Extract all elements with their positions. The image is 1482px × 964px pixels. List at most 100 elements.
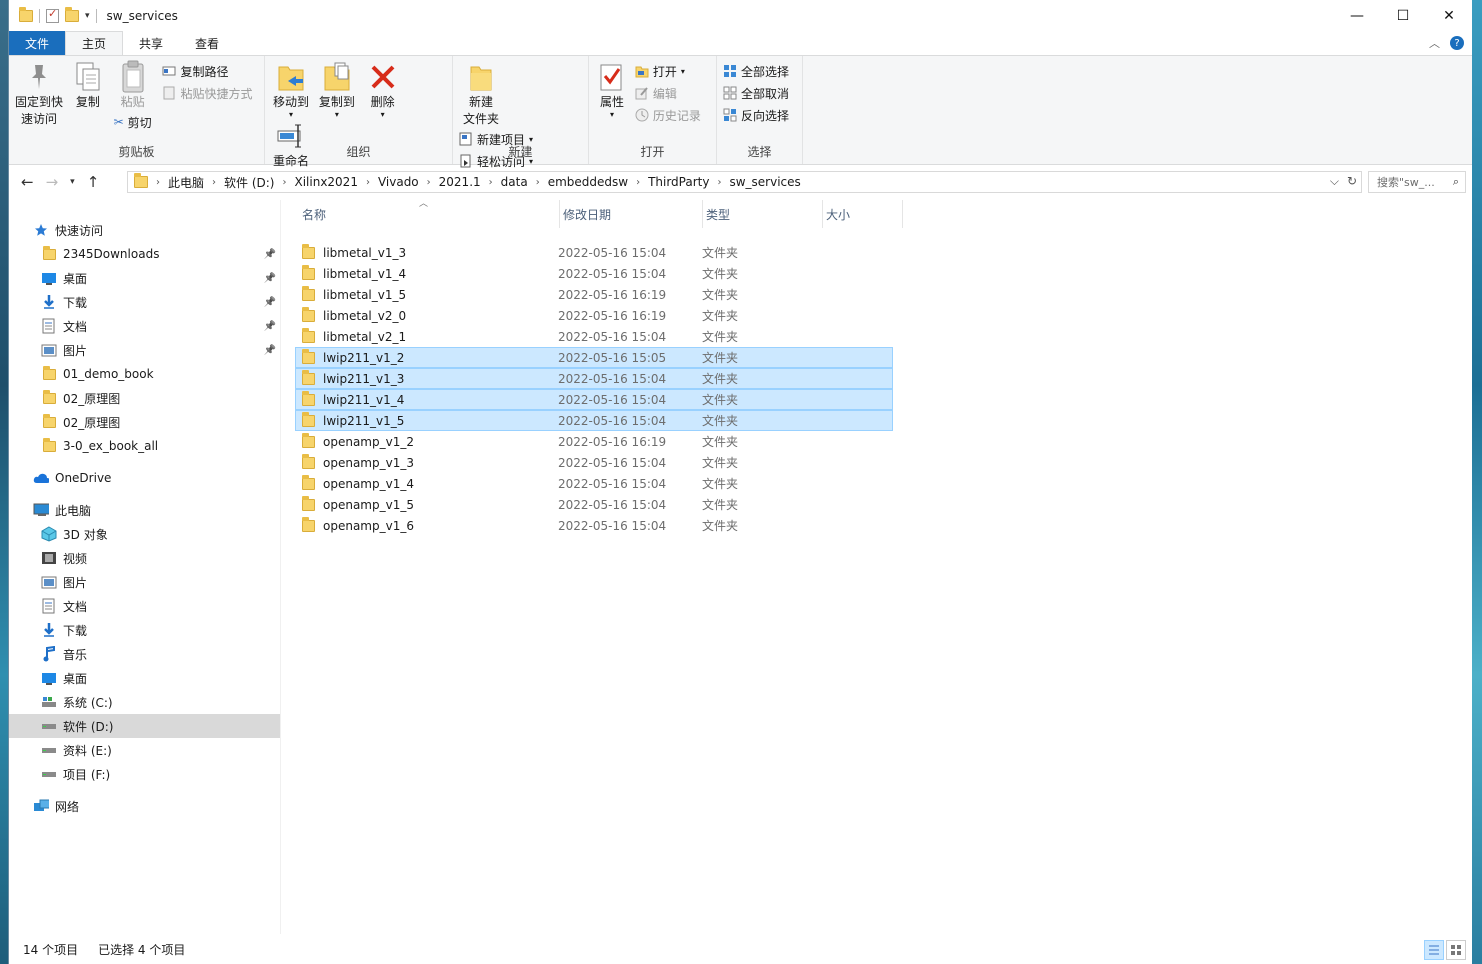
- tab-view[interactable]: 查看: [179, 31, 235, 55]
- address-dropdown-icon[interactable]: ⌵: [1330, 174, 1339, 189]
- column-header-date[interactable]: 修改日期: [560, 200, 703, 228]
- file-row[interactable]: libmetal_v1_3 2022-05-16 15:04 文件夹: [295, 242, 893, 263]
- paste-shortcut-button[interactable]: 粘贴快捷方式: [162, 84, 253, 102]
- edit-button[interactable]: 编辑: [635, 84, 701, 102]
- sidebar-item-item[interactable]: 视频: [9, 546, 280, 570]
- breadcrumb-xilinx2021[interactable]: Xilinx2021: [286, 175, 365, 189]
- breadcrumb-vivado[interactable]: Vivado: [370, 175, 427, 189]
- copy-button[interactable]: 复制: [69, 60, 107, 111]
- breadcrumb-2021-1[interactable]: 2021.1: [431, 175, 489, 189]
- quick-access-toolbar: ▾: [9, 6, 97, 23]
- address-bar[interactable]: › 此电脑 › 软件 (D:) › Xilinx2021 › Vivado › …: [127, 171, 1362, 193]
- sidebar-item-item[interactable]: 文档 📌: [9, 314, 280, 338]
- properties-button[interactable]: 属性 ▾: [595, 60, 629, 119]
- file-row[interactable]: lwip211_v1_5 2022-05-16 15:04 文件夹: [295, 410, 893, 431]
- sidebar-item-e[interactable]: 资料 (E:): [9, 738, 280, 762]
- invert-selection-button[interactable]: 反向选择: [723, 106, 789, 124]
- select-none-button[interactable]: 全部取消: [723, 84, 789, 102]
- sidebar-item-d[interactable]: 软件 (D:): [9, 714, 280, 738]
- copy-path-button[interactable]: 复制路径: [162, 62, 252, 80]
- sidebar-item-01-demo-book[interactable]: 01_demo_book: [9, 362, 280, 386]
- document-icon: [41, 318, 57, 334]
- maximize-button[interactable]: ☐: [1380, 0, 1426, 31]
- file-row[interactable]: libmetal_v2_0 2022-05-16 16:19 文件夹: [295, 305, 893, 326]
- breadcrumb-sw-services[interactable]: sw_services: [721, 175, 808, 189]
- sidebar-item-2345downloads[interactable]: 2345Downloads 📌: [9, 242, 280, 266]
- column-header-type[interactable]: 类型: [703, 200, 823, 228]
- sidebar-item-item[interactable]: 桌面 📌: [9, 266, 280, 290]
- file-type: 文件夹: [702, 393, 739, 407]
- file-row[interactable]: lwip211_v1_2 2022-05-16 15:05 文件夹: [295, 347, 893, 368]
- delete-button[interactable]: 删除 ▾: [363, 60, 403, 119]
- properties-icon[interactable]: [46, 7, 59, 23]
- file-row[interactable]: openamp_v1_6 2022-05-16 15:04 文件夹: [295, 515, 893, 536]
- pin-to-quick-access-button[interactable]: 固定到快 速访问: [15, 60, 63, 128]
- history-icon: [635, 108, 649, 122]
- breadcrumb-thirdparty[interactable]: ThirdParty: [640, 175, 717, 189]
- sidebar-item-item[interactable]: 音乐: [9, 642, 280, 666]
- sidebar-item-item[interactable]: 下载: [9, 618, 280, 642]
- history-button[interactable]: 历史记录: [635, 106, 701, 124]
- sidebar-item-quick-access[interactable]: 快速访问: [9, 218, 280, 242]
- tab-home[interactable]: 主页: [65, 31, 124, 55]
- breadcrumb-data[interactable]: data: [493, 175, 536, 189]
- copy-to-button[interactable]: 复制到 ▾: [317, 60, 357, 119]
- help-icon[interactable]: ?: [1450, 36, 1464, 50]
- forward-arrow-icon[interactable]: →: [46, 173, 59, 191]
- tab-file[interactable]: 文件: [9, 31, 66, 55]
- file-date: 2022-05-16 16:19: [558, 287, 667, 302]
- refresh-icon[interactable]: ↻: [1347, 174, 1357, 189]
- search-box[interactable]: 搜索"sw_... ⌕: [1368, 171, 1466, 193]
- move-to-button[interactable]: 移动到 ▾: [271, 60, 311, 119]
- open-button[interactable]: 打开 ▾: [635, 62, 701, 80]
- column-header-size[interactable]: 大小: [823, 200, 903, 228]
- sidebar-item-02[interactable]: 02_原理图: [9, 386, 280, 410]
- sidebar-item-this-pc[interactable]: 此电脑: [9, 498, 280, 522]
- nav-item-label: 系统 (C:): [63, 695, 113, 710]
- minimize-button[interactable]: —: [1334, 0, 1380, 31]
- collapse-ribbon-icon[interactable]: ︿: [1429, 35, 1440, 51]
- back-arrow-icon[interactable]: ←: [21, 173, 34, 191]
- sidebar-item-network[interactable]: 网络: [9, 794, 280, 818]
- column-header-name[interactable]: 名称: [299, 200, 560, 228]
- file-row[interactable]: libmetal_v2_1 2022-05-16 15:04 文件夹: [295, 326, 893, 347]
- sidebar-item-item[interactable]: 文档: [9, 594, 280, 618]
- customize-toolbar-dropdown-icon[interactable]: ▾: [85, 11, 90, 21]
- new-folder-button[interactable]: 新建 文件夹: [459, 60, 503, 128]
- file-row[interactable]: lwip211_v1_3 2022-05-16 15:04 文件夹: [295, 368, 893, 389]
- sidebar-item-f[interactable]: 项目 (F:): [9, 762, 280, 786]
- file-row[interactable]: libmetal_v1_5 2022-05-16 16:19 文件夹: [295, 284, 893, 305]
- up-arrow-icon[interactable]: ↑: [87, 173, 100, 191]
- sidebar-item-item[interactable]: 桌面: [9, 666, 280, 690]
- file-row[interactable]: openamp_v1_2 2022-05-16 16:19 文件夹: [295, 431, 893, 452]
- file-row[interactable]: libmetal_v1_4 2022-05-16 15:04 文件夹: [295, 263, 893, 284]
- sidebar-item-onedrive[interactable]: OneDrive: [9, 466, 280, 490]
- sidebar-item-3-0-ex-book-all[interactable]: 3-0_ex_book_all: [9, 434, 280, 458]
- sidebar-item-item[interactable]: 下载 📌: [9, 290, 280, 314]
- close-button[interactable]: ✕: [1426, 0, 1472, 31]
- details-view-icon[interactable]: [1424, 940, 1444, 960]
- music-icon: [41, 646, 57, 662]
- file-row[interactable]: openamp_v1_4 2022-05-16 15:04 文件夹: [295, 473, 893, 494]
- select-all-button[interactable]: 全部选择: [723, 62, 789, 80]
- recent-locations-icon[interactable]: ▾: [70, 177, 75, 187]
- paste-button[interactable]: 粘贴 ✂ 剪切: [113, 60, 153, 131]
- breadcrumb-this-pc[interactable]: 此电脑: [160, 174, 212, 191]
- file-row[interactable]: openamp_v1_3 2022-05-16 15:04 文件夹: [295, 452, 893, 473]
- sidebar-item-c[interactable]: 系统 (C:): [9, 690, 280, 714]
- selected-count: 已选择 4 个项目: [98, 942, 186, 957]
- new-folder-icon[interactable]: [65, 6, 79, 22]
- file-row[interactable]: lwip211_v1_4 2022-05-16 15:04 文件夹: [295, 389, 893, 410]
- breadcrumb-drive-d[interactable]: 软件 (D:): [216, 174, 282, 191]
- breadcrumb-embeddedsw[interactable]: embeddedsw: [540, 175, 636, 189]
- sidebar-item-3d[interactable]: 3D 对象: [9, 522, 280, 546]
- file-row[interactable]: openamp_v1_5 2022-05-16 15:04 文件夹: [295, 494, 893, 515]
- tab-share[interactable]: 共享: [123, 31, 179, 55]
- sidebar-item-item[interactable]: 图片: [9, 570, 280, 594]
- sidebar-item-item[interactable]: 图片 📌: [9, 338, 280, 362]
- nav-item-label: 01_demo_book: [63, 367, 154, 381]
- large-icons-view-icon[interactable]: [1446, 940, 1466, 960]
- file-name-cell: lwip211_v1_5: [296, 411, 558, 428]
- sidebar-item-02[interactable]: 02_原理图: [9, 410, 280, 434]
- cut-button[interactable]: ✂ 剪切: [114, 113, 152, 131]
